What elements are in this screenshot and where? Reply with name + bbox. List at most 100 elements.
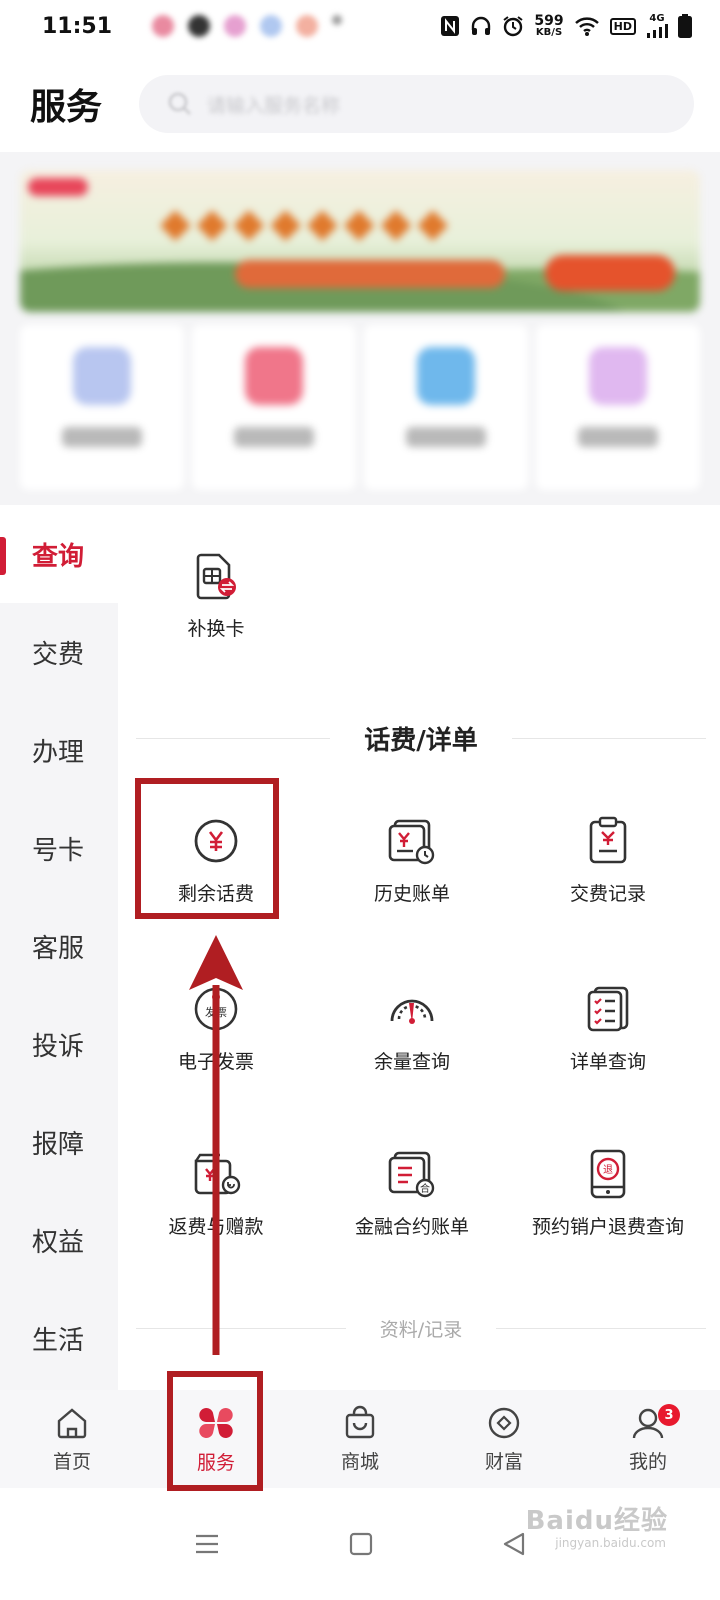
sidebar-item-fault-report[interactable]: 报障 <box>0 1093 118 1191</box>
service-label: 历史账单 <box>373 883 450 905</box>
sim-card-swap-icon <box>190 550 242 602</box>
sidebar-item-life[interactable]: 生活 <box>0 1289 118 1387</box>
watermark-brand: Baidu经验 <box>525 1506 668 1536</box>
service-label: 交费记录 <box>569 883 646 905</box>
service-label: 详单查询 <box>569 1051 646 1073</box>
contract-bill-icon: 合 <box>386 1148 438 1200</box>
screen: 11:51 599 KB/S HD 4G 服务 请输入服务名称 ◆◆◆◆◆◆◆◆… <box>0 0 720 1600</box>
tile-icon <box>73 347 131 405</box>
sidebar-item-number-card[interactable]: 号卡 <box>0 799 118 897</box>
service-label: 补换卡 <box>187 618 245 640</box>
notification-badge: 3 <box>658 1404 680 1426</box>
divider <box>136 1328 346 1329</box>
quick-entry-tile[interactable] <box>192 325 356 490</box>
menu-icon[interactable] <box>193 1532 221 1556</box>
page-title: 服务 <box>30 87 103 128</box>
sidebar-item-customer-service[interactable]: 客服 <box>0 897 118 995</box>
tile-label <box>406 427 486 447</box>
section-header-records: 资料/记录 <box>136 1315 706 1342</box>
back-triangle-icon[interactable] <box>501 1531 527 1557</box>
divider <box>136 738 331 739</box>
service-usage-query[interactable]: 余量查询 <box>314 983 510 1074</box>
tile-label <box>62 427 142 447</box>
banner-subtitle-pill <box>235 260 505 288</box>
sidebar-item-payment[interactable]: 交费 <box>0 603 118 701</box>
service-refund-gift[interactable]: 返费与赠款 <box>118 1148 314 1239</box>
refund-phone-icon: 退 <box>582 1148 634 1200</box>
svg-text:合: 合 <box>420 1182 430 1195</box>
battery-icon <box>678 14 692 38</box>
tile-label <box>234 427 314 447</box>
sidebar-item-benefits[interactable]: 权益 <box>0 1191 118 1289</box>
section-header-bill: 话费/详单 <box>136 720 706 757</box>
app-notification-icon <box>224 15 246 37</box>
tab-mall[interactable]: 商城 <box>288 1390 432 1488</box>
app-notification-icon <box>296 15 318 37</box>
highlight-box-remaining-balance <box>135 778 279 919</box>
payment-record-icon <box>582 815 634 867</box>
section-title: 话费/详单 <box>364 726 478 756</box>
quick-entry-tile[interactable] <box>20 325 184 490</box>
service-label: 余量查询 <box>373 1051 450 1073</box>
cellular-signal: 4G <box>646 14 668 38</box>
tab-label: 商城 <box>340 1450 379 1473</box>
tab-label: 首页 <box>52 1450 91 1473</box>
refund-wallet-icon <box>190 1148 242 1200</box>
service-account-cancel-refund[interactable]: 退 预约销户退费查询 <box>510 1148 706 1239</box>
app-notification-icon <box>152 15 174 37</box>
alarm-icon <box>503 16 524 37</box>
tile-icon <box>245 347 303 405</box>
service-label: 返费与赠款 <box>168 1216 264 1238</box>
tab-home[interactable]: 首页 <box>0 1390 144 1488</box>
divider <box>496 1328 706 1329</box>
status-bar: 11:51 599 KB/S HD 4G <box>0 0 720 52</box>
notification-icons <box>152 15 342 37</box>
tab-label: 财富 <box>484 1450 523 1473</box>
svg-text:发票: 发票 <box>205 1005 227 1019</box>
tab-label: 我的 <box>628 1450 667 1473</box>
service-detail-query[interactable]: 详单查询 <box>510 983 706 1074</box>
search-bar[interactable]: 请输入服务名称 <box>139 75 694 133</box>
page-header: 服务 请输入服务名称 <box>0 58 720 150</box>
tile-icon <box>417 347 475 405</box>
service-label: 金融合约账单 <box>354 1216 469 1238</box>
brand-logo <box>28 178 88 196</box>
clock: 11:51 <box>42 13 113 39</box>
sidebar-item-query[interactable]: 查询 <box>0 505 118 603</box>
quick-entry-tiles <box>20 325 700 490</box>
divider <box>511 738 706 739</box>
tile-icon <box>589 347 647 405</box>
service-finance-contract-bill[interactable]: 合 金融合约账单 <box>314 1148 510 1239</box>
home-square-icon[interactable] <box>348 1531 374 1557</box>
diamond-icon <box>488 1407 520 1438</box>
sidebar-item-complaint[interactable]: 投诉 <box>0 995 118 1093</box>
signal-bars-icon <box>647 24 668 38</box>
quick-entry-tile[interactable] <box>536 325 700 490</box>
search-icon <box>168 92 191 115</box>
checklist-icon <box>582 983 634 1035</box>
bill-history-icon <box>386 815 438 867</box>
banner-action-button[interactable] <box>545 255 675 291</box>
app-notification-icon <box>260 15 282 37</box>
tab-wealth[interactable]: 财富 <box>432 1390 576 1488</box>
svg-text:退: 退 <box>603 1164 613 1176</box>
service-e-invoice[interactable]: 发票 电子发票 <box>118 983 314 1074</box>
category-sidebar: 查询 交费 办理 号卡 客服 投诉 报障 权益 生活 <box>0 505 118 1390</box>
service-replace-sim[interactable]: 补换卡 <box>118 550 314 641</box>
tab-mine[interactable]: 我的 3 <box>576 1390 720 1488</box>
section-title: 资料/记录 <box>379 1319 463 1341</box>
sidebar-item-handle[interactable]: 办理 <box>0 701 118 799</box>
home-icon <box>57 1407 87 1438</box>
service-bill-history[interactable]: 历史账单 <box>314 815 510 906</box>
hd-indicator: HD <box>609 17 636 35</box>
promo-banner[interactable]: ◆◆◆◆◆◆◆◆ <box>20 170 700 312</box>
shopping-bag-icon <box>345 1405 375 1438</box>
watermark-url: jingyan.baidu.com <box>555 1536 666 1550</box>
bottom-tab-bar: 首页 服务 商城 财富 我的 3 <box>0 1390 720 1488</box>
service-payment-record[interactable]: 交费记录 <box>510 815 706 906</box>
tile-label <box>578 427 658 447</box>
status-icons: 599 KB/S HD 4G <box>440 14 692 38</box>
wifi-icon <box>574 17 599 36</box>
app-notification-icon <box>188 15 210 37</box>
quick-entry-tile[interactable] <box>364 325 528 490</box>
